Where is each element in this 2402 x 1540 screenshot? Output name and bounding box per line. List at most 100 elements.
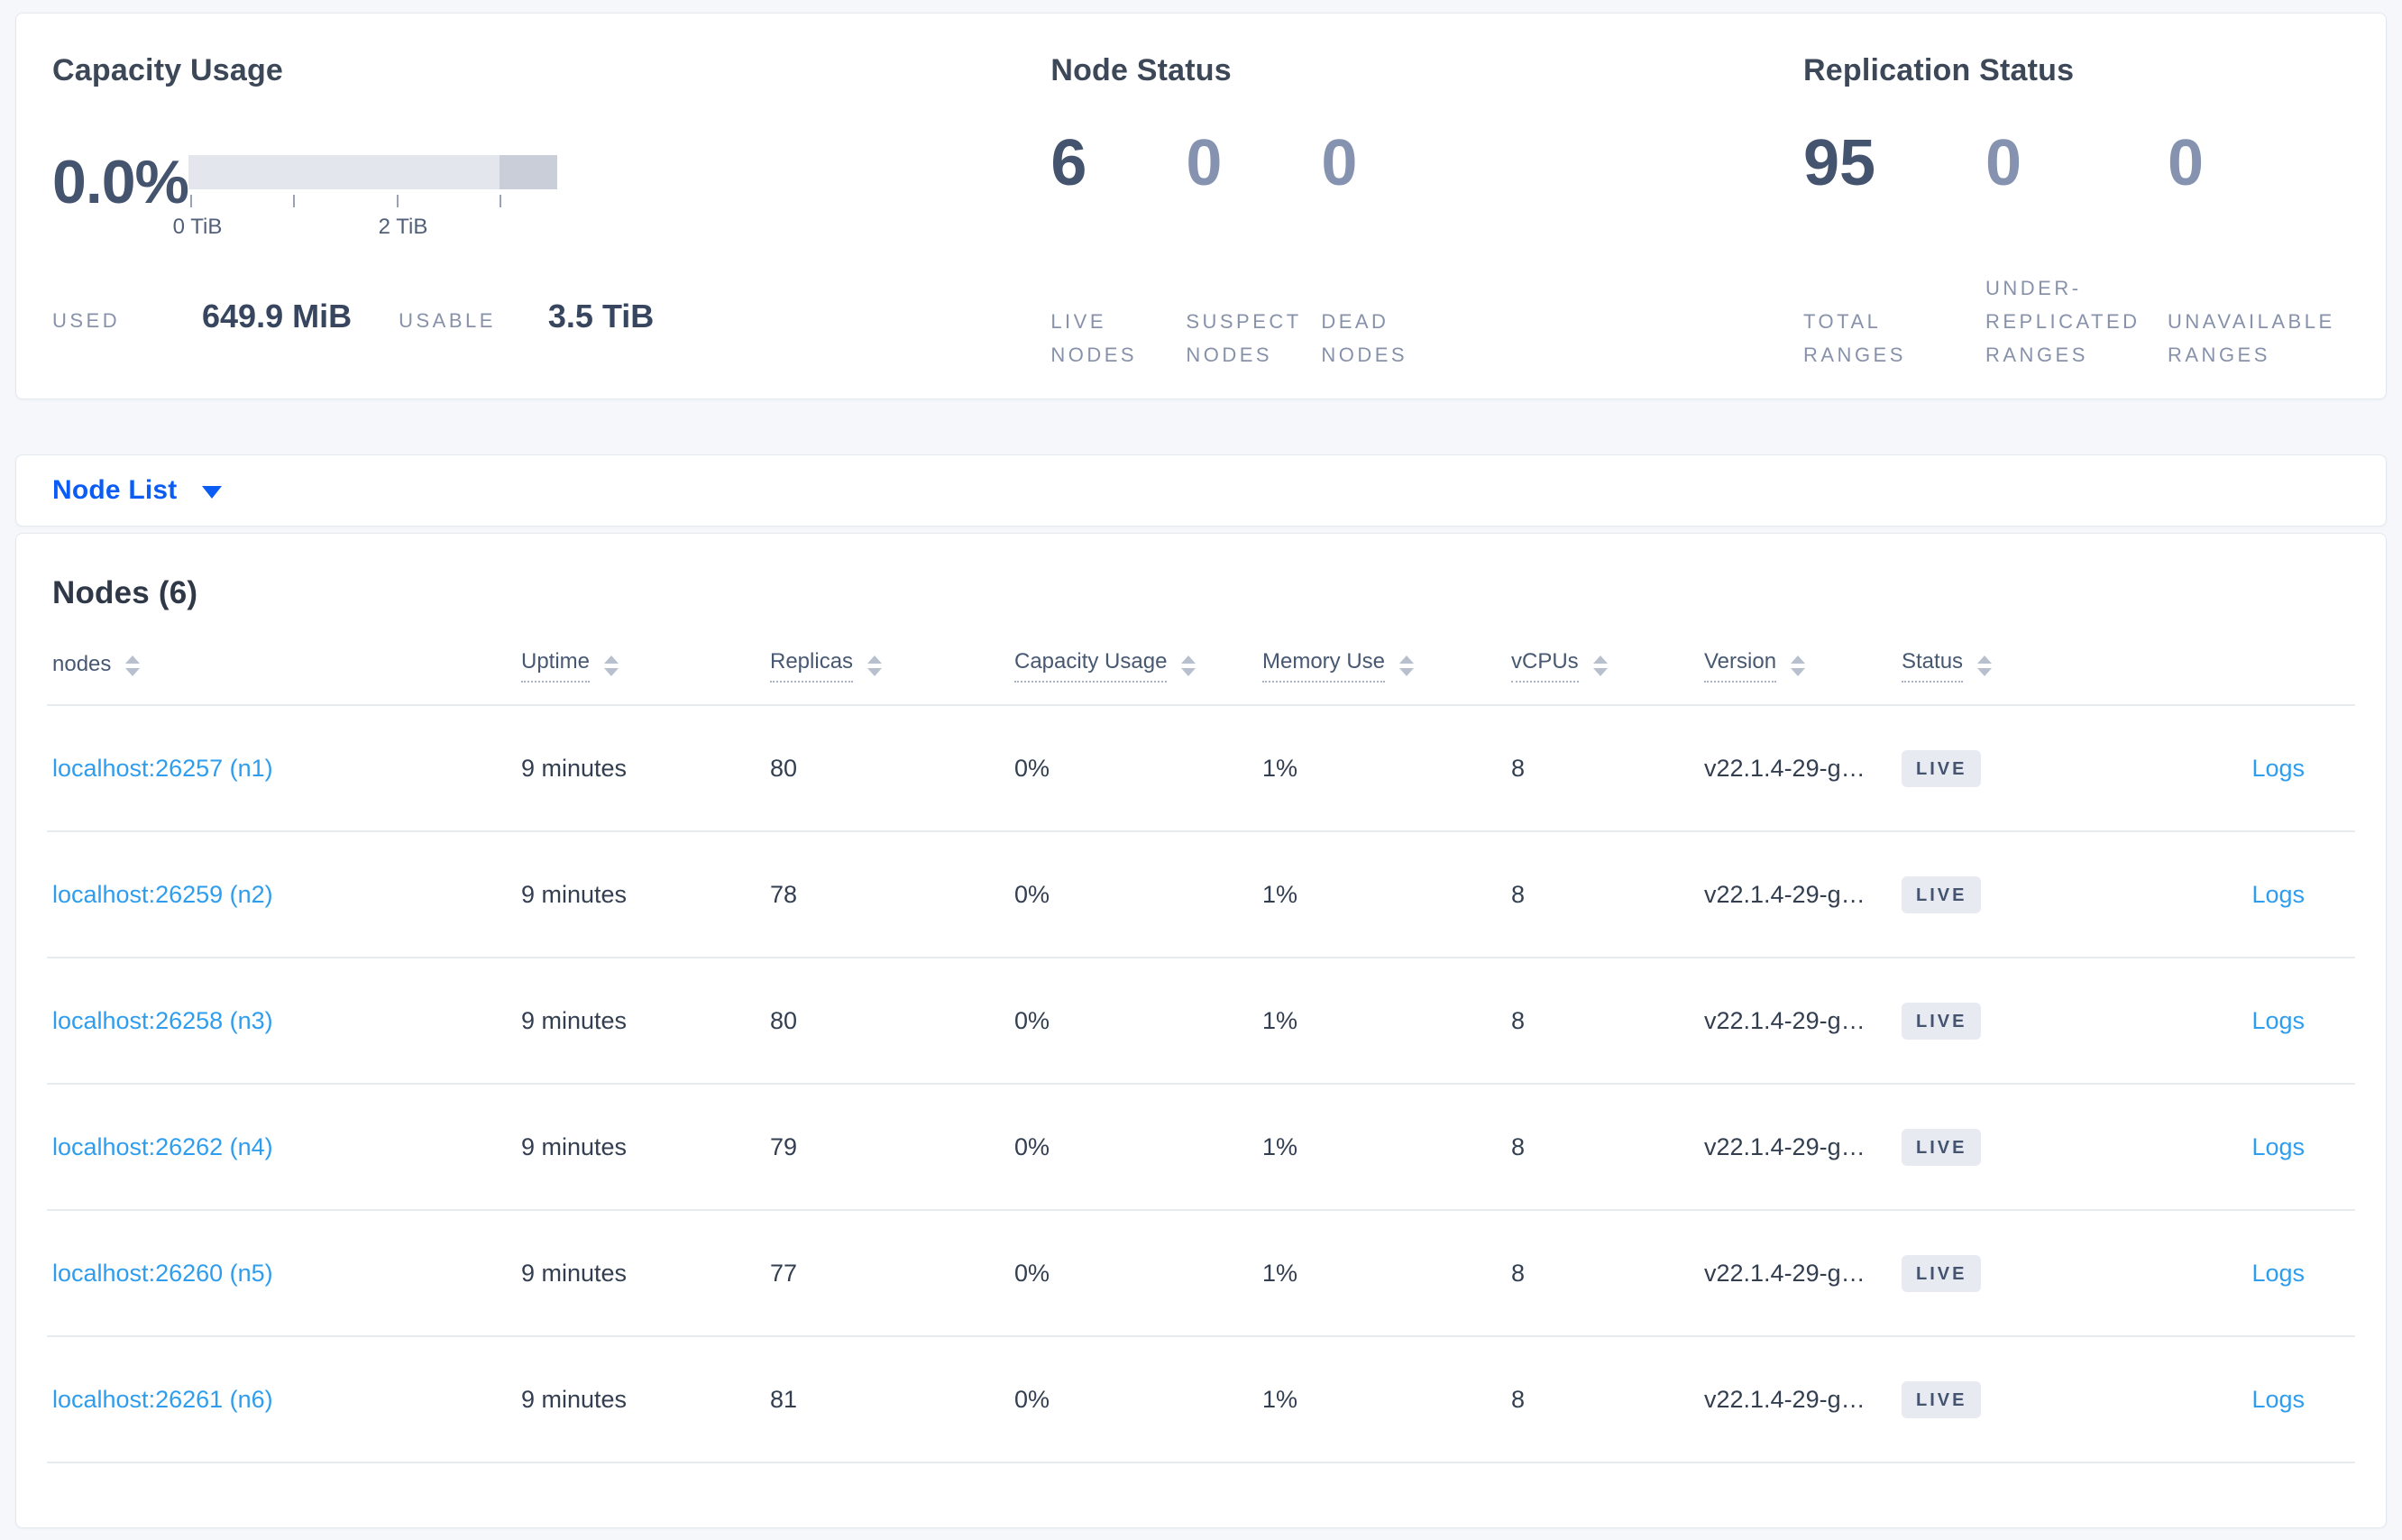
logs-link-wrap: Logs xyxy=(2084,881,2355,909)
table-row: localhost:26257 (n1) 9 minutes 80 0% 1% 8 v22.… xyxy=(47,706,2355,832)
node-link[interactable]: localhost:26258 (n3) xyxy=(52,1007,273,1034)
column-header-uptime[interactable]: Uptime xyxy=(521,649,770,683)
replicas-cell: 81 xyxy=(770,1385,798,1413)
tick-mark xyxy=(500,195,501,207)
capacity-usage-cell-wrap: 0% xyxy=(1014,755,1262,783)
node-status-stats: 6 LIVE NODES 0 SUSPECT NODES 0 DEAD NODE… xyxy=(1050,124,1803,371)
vcpus-cell: 8 xyxy=(1511,880,1526,908)
total-ranges-label: TOTAL RANGES xyxy=(1803,310,1906,366)
column-header-nodes[interactable]: nodes xyxy=(47,652,521,681)
replication-status-title: Replication Status xyxy=(1803,53,2075,87)
node-link[interactable]: localhost:26261 (n6) xyxy=(52,1386,273,1413)
replicas-cell: 78 xyxy=(770,880,798,908)
status-badge: LIVE xyxy=(1902,1002,1982,1040)
node-link[interactable]: localhost:26262 (n4) xyxy=(52,1133,273,1160)
summary-panel: Capacity Usage 0.0% 0 TiB 2 TiB USED 649… xyxy=(15,13,2387,399)
memory-use-cell-wrap: 1% xyxy=(1262,755,1511,783)
column-header-version[interactable]: Version xyxy=(1704,649,1902,683)
logs-link-wrap: Logs xyxy=(2084,1133,2355,1161)
sort-icon[interactable] xyxy=(1977,655,1993,676)
cluster-overview-page: Capacity Usage 0.0% 0 TiB 2 TiB USED 649… xyxy=(0,0,2402,1540)
table-row: localhost:26262 (n4) 9 minutes 79 0% 1% 8 v22.… xyxy=(47,1085,2355,1211)
under-replicated-ranges-stat: 0 UNDER-REPLICATED RANGES xyxy=(1985,124,2168,371)
logs-link[interactable]: Logs xyxy=(2251,881,2305,908)
node-link-wrap: localhost:26260 (n5) xyxy=(47,1260,521,1288)
table-row: localhost:26260 (n5) 9 minutes 77 0% 1% 8 v22.… xyxy=(47,1211,2355,1337)
table-row: localhost:26258 (n3) 9 minutes 80 0% 1% 8 v22.… xyxy=(47,958,2355,1085)
capacity-usage-title: Capacity Usage xyxy=(52,53,284,87)
replicas-cell-wrap: 78 xyxy=(770,881,1014,909)
unavailable-ranges-stat: 0 UNAVAILABLE RANGES xyxy=(2168,124,2350,371)
status-badge-wrap: LIVE xyxy=(1902,1128,2084,1166)
tick-mark xyxy=(190,195,192,207)
uptime-cell-wrap: 9 minutes xyxy=(521,1260,770,1288)
status-badge: LIVE xyxy=(1902,1254,1982,1292)
sort-icon[interactable] xyxy=(1399,655,1415,676)
sort-icon[interactable] xyxy=(1592,655,1608,676)
sort-icon[interactable] xyxy=(867,655,883,676)
sort-icon[interactable] xyxy=(1791,655,1806,676)
memory-use-cell-wrap: 1% xyxy=(1262,1260,1511,1288)
memory-use-cell: 1% xyxy=(1262,754,1298,782)
capacity-gauge: 0.0% 0 TiB 2 TiB xyxy=(52,150,1050,240)
capacity-usage-cell-wrap: 0% xyxy=(1014,1007,1262,1035)
uptime-cell: 9 minutes xyxy=(521,1259,628,1287)
column-header-status[interactable]: Status xyxy=(1902,649,2084,683)
capacity-usage-cell: 0% xyxy=(1014,1385,1050,1413)
total-ranges-value: 95 xyxy=(1803,127,1876,199)
unavailable-ranges-label: UNAVAILABLE RANGES xyxy=(2168,310,2335,366)
status-badge-wrap: LIVE xyxy=(1902,1380,2084,1418)
memory-use-cell-wrap: 1% xyxy=(1262,1133,1511,1161)
nodes-panel: Nodes (6) nodes Uptime Replicas Capacity… xyxy=(15,533,2387,1528)
sort-icon[interactable] xyxy=(604,655,619,676)
table-body: localhost:26257 (n1) 9 minutes 80 0% 1% 8 v22.… xyxy=(47,706,2355,1463)
sort-icon[interactable] xyxy=(1181,655,1196,676)
capacity-axis-ticks xyxy=(188,195,557,213)
vcpus-cell-wrap: 8 xyxy=(1511,755,1704,783)
logs-link[interactable]: Logs xyxy=(2251,1386,2305,1413)
capacity-bar-chart: 0 TiB 2 TiB xyxy=(173,155,557,240)
vcpus-cell-wrap: 8 xyxy=(1511,1133,1704,1161)
logs-link[interactable]: Logs xyxy=(2251,755,2305,782)
node-list-dropdown[interactable]: Node List xyxy=(52,475,223,506)
logs-link-wrap: Logs xyxy=(2084,1260,2355,1288)
chevron-down-icon xyxy=(202,486,223,499)
column-header-replicas[interactable]: Replicas xyxy=(770,649,1014,683)
node-link[interactable]: localhost:26260 (n5) xyxy=(52,1260,273,1287)
capacity-axis-labels: 0 TiB 2 TiB xyxy=(173,215,557,240)
vcpus-cell-wrap: 8 xyxy=(1511,881,1704,909)
replicas-cell-wrap: 80 xyxy=(770,755,1014,783)
node-link[interactable]: localhost:26259 (n2) xyxy=(52,881,273,908)
uptime-cell: 9 minutes xyxy=(521,880,628,908)
tick-label-2tib: 2 TiB xyxy=(378,215,428,239)
used-label: USED xyxy=(52,309,121,332)
suspect-nodes-stat: 0 SUSPECT NODES xyxy=(1186,124,1321,371)
memory-use-cell-wrap: 1% xyxy=(1262,881,1511,909)
memory-use-cell: 1% xyxy=(1262,1259,1298,1287)
column-header-vcpus[interactable]: vCPUs xyxy=(1511,649,1704,683)
dead-nodes-value: 0 xyxy=(1321,127,1358,199)
replicas-cell-wrap: 79 xyxy=(770,1133,1014,1161)
vcpus-cell: 8 xyxy=(1511,1132,1526,1160)
logs-link[interactable]: Logs xyxy=(2251,1260,2305,1287)
memory-use-cell: 1% xyxy=(1262,880,1298,908)
logs-link[interactable]: Logs xyxy=(2251,1133,2305,1160)
version-cell-wrap: v22.1.4-29-g… xyxy=(1704,1260,1902,1288)
logs-link[interactable]: Logs xyxy=(2251,1007,2305,1034)
column-header-memory-use[interactable]: Memory Use xyxy=(1262,649,1511,683)
version-cell-wrap: v22.1.4-29-g… xyxy=(1704,755,1902,783)
memory-use-cell-wrap: 1% xyxy=(1262,1386,1511,1414)
table-row: localhost:26261 (n6) 9 minutes 81 0% 1% 8 v22.… xyxy=(47,1337,2355,1463)
node-link-wrap: localhost:26257 (n1) xyxy=(47,755,521,783)
dead-nodes-stat: 0 DEAD NODES xyxy=(1321,124,1456,371)
vcpus-cell-wrap: 8 xyxy=(1511,1007,1704,1035)
capacity-stats: USED 649.9 MiB USABLE 3.5 TiB xyxy=(52,298,1050,335)
vcpus-cell: 8 xyxy=(1511,1006,1526,1034)
tick-label-0tib: 0 TiB xyxy=(172,215,223,239)
column-header-capacity-usage[interactable]: Capacity Usage xyxy=(1014,649,1262,683)
sort-icon[interactable] xyxy=(125,655,141,676)
replicas-cell-wrap: 80 xyxy=(770,1007,1014,1035)
node-link[interactable]: localhost:26257 (n1) xyxy=(52,755,273,782)
live-nodes-value: 6 xyxy=(1050,127,1087,199)
uptime-cell-wrap: 9 minutes xyxy=(521,1386,770,1414)
